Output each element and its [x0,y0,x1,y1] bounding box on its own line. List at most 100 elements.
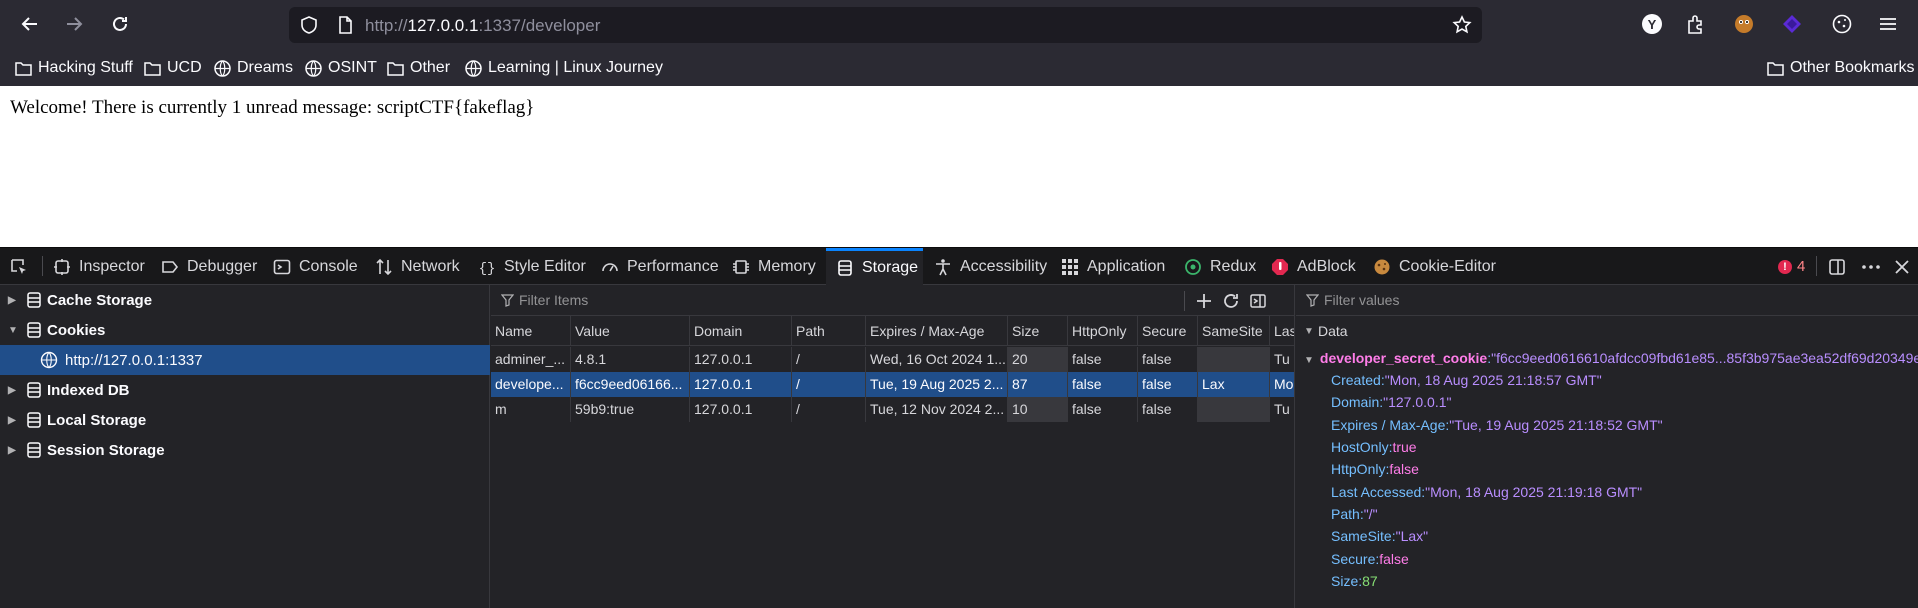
bookmark-item[interactable]: Learning | Linux Journey [464,58,663,78]
puzzle-icon[interactable] [1684,12,1708,36]
bookmark-item[interactable]: UCD [143,58,202,78]
field-value: "/" [1363,506,1378,522]
detail-field[interactable]: Expires / Max-Age:"Tue, 19 Aug 2025 21:1… [1331,414,1663,436]
bookmark-item[interactable]: Other [386,58,450,78]
bookmark-item[interactable]: Dreams [213,58,293,78]
close-devtools-button[interactable] [1894,248,1910,285]
tab-style-editor[interactable]: {} Style Editor [478,248,586,285]
bookmark-item[interactable]: OSINT [304,58,377,78]
tree-label: Session Storage [47,442,165,459]
y-icon[interactable]: Y [1640,12,1664,36]
column-header-path[interactable]: Path [792,316,866,346]
tab-adblock[interactable]: AdBlock [1271,248,1356,285]
field-value: "Tue, 19 Aug 2025 21:18:52 GMT" [1449,417,1663,433]
cell-last-accessed: Tu [1274,401,1290,417]
tab-label: Network [401,257,460,275]
tab-application[interactable]: Application [1061,248,1165,285]
column-header-value[interactable]: Value [571,316,690,346]
column-header-domain[interactable]: Domain [690,316,792,346]
field-key: Expires / Max-Age [1331,417,1446,433]
shield-icon[interactable] [299,15,319,35]
tab-memory[interactable]: Memory [732,248,816,285]
detail-field[interactable]: HostOnly:true [1331,436,1417,458]
more-options-button[interactable] [1861,248,1881,285]
tab-cookie-editor[interactable]: Cookie-Editor [1373,248,1496,285]
reload-icon [113,16,127,31]
tree-cache-storage[interactable]: ▶ Cache Storage [0,285,490,315]
column-header-last-accessed[interactable]: Las [1270,316,1294,346]
tab-debugger[interactable]: Debugger [161,248,257,285]
dock-side-button[interactable] [1828,248,1846,285]
cell-secure: false [1138,397,1198,422]
tab-redux[interactable]: Redux [1184,248,1256,285]
tab-network[interactable]: Network [375,248,460,285]
detail-field[interactable]: Created:"Mon, 18 Aug 2025 21:18:57 GMT" [1331,369,1602,391]
bookmark-star-icon[interactable] [1452,15,1472,35]
tab-performance[interactable]: Performance [601,248,719,285]
cell-last-accessed: Tu [1274,351,1290,367]
data-section-header[interactable]: ▼ Data [1296,316,1918,346]
bookmark-item[interactable]: Hacking Stuff [14,58,133,78]
element-picker-button[interactable] [10,248,36,285]
cookie-icon[interactable] [1830,12,1854,36]
column-header-expires[interactable]: Expires / Max-Age [866,316,1008,346]
diamond-icon[interactable] [1780,12,1804,36]
detail-field[interactable]: Last Accessed:"Mon, 18 Aug 2025 21:19:18… [1331,481,1642,503]
tab-storage[interactable]: Storage [826,248,923,285]
tab-console[interactable]: Console [273,248,358,285]
table-row[interactable]: adminer_... 4.8.1 127.0.0.1 / Wed, 16 Oc… [491,347,1294,372]
cookie-entry[interactable]: ▼ developer_secret_cookie:"f6cc9eed061661… [1304,347,1918,369]
other-bookmarks[interactable]: Other Bookmarks [1766,58,1914,78]
column-header-name[interactable]: Name [491,316,571,346]
tab-label: Application [1087,257,1166,275]
tree-cookies[interactable]: ▼ Cookies [0,315,490,345]
column-header-secure[interactable]: Secure [1138,316,1198,346]
hamburger-menu-icon[interactable] [1876,12,1900,36]
globe-icon [214,59,231,77]
filter-items-bar[interactable]: Filter Items [491,285,1294,316]
column-header-samesite[interactable]: SameSite [1198,316,1270,346]
error-icon: ! [1778,259,1792,274]
tree-cookie-host[interactable]: http://127.0.0.1:1337 [0,345,490,375]
detail-field[interactable]: Path:"/" [1331,503,1378,525]
dock-side-icon [1829,258,1845,275]
filter-values-bar[interactable]: Filter values [1296,285,1918,316]
memory-icon [733,259,749,274]
url-bar[interactable]: http://127.0.0.1:1337/developer [289,7,1482,43]
detail-field[interactable]: Secure:false [1331,548,1409,570]
detail-field[interactable]: HttpOnly:false [1331,458,1419,480]
add-item-button[interactable] [1193,290,1215,312]
console-icon [273,259,291,274]
tree-local-storage[interactable]: ▶ Local Storage [0,405,490,435]
table-row[interactable]: m 59b9:true 127.0.0.1 / Tue, 12 Nov 2024… [491,397,1294,422]
table-row-selected[interactable]: develope... f6cc9eed06166... 127.0.0.1 /… [491,372,1294,397]
detail-field[interactable]: SameSite:"Lax" [1331,525,1428,547]
filter-icon [501,294,514,307]
inspector-icon [54,258,70,275]
url-text: http://127.0.0.1:1337/developer [365,16,600,36]
tree-session-storage[interactable]: ▶ Session Storage [0,435,490,465]
cookie-monster-icon[interactable] [1732,12,1756,36]
tab-label: AdBlock [1297,257,1356,275]
redux-icon [1185,258,1201,275]
toggle-sidebar-button[interactable] [1247,290,1269,312]
url-prefix: http:// [365,16,408,35]
tab-accessibility[interactable]: Accessibility [934,248,1047,285]
forward-button[interactable] [58,8,90,40]
tree-label: Indexed DB [47,382,130,399]
page-icon[interactable] [335,15,355,35]
column-header-size[interactable]: Size [1008,316,1068,346]
cell-expires: Tue, 19 Aug 2025 2... [866,372,1008,397]
back-button[interactable] [14,8,46,40]
refresh-button[interactable] [1220,290,1242,312]
error-count-badge[interactable]: ! 4 [1778,248,1805,285]
tab-inspector[interactable]: Inspector [53,248,145,285]
globe-icon [465,59,482,77]
column-header-httponly[interactable]: HttpOnly [1068,316,1138,346]
tree-indexed-db[interactable]: ▶ Indexed DB [0,375,490,405]
detail-field[interactable]: Domain:"127.0.0.1" [1331,391,1451,413]
reload-button[interactable] [104,8,136,40]
cell-size: 10 [1008,397,1068,422]
detail-field[interactable]: Size:87 [1331,570,1378,592]
page-content: Welcome! There is currently 1 unread mes… [0,86,1918,247]
